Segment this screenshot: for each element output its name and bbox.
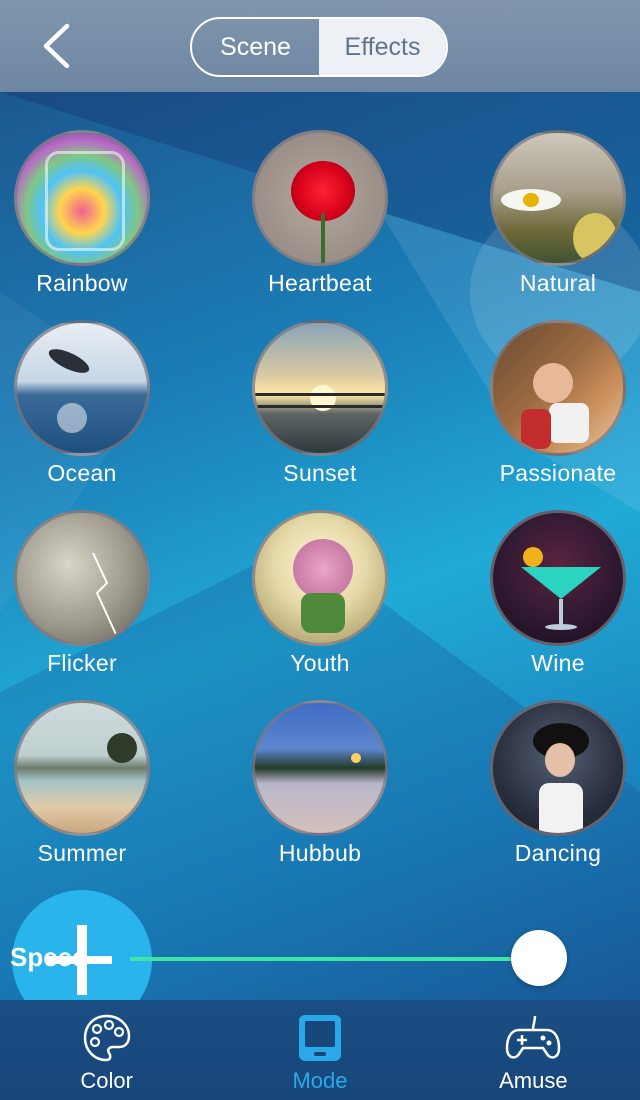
effect-tile-natural[interactable]: Natural: [478, 130, 638, 310]
effect-label: Hubbub: [278, 840, 362, 866]
tab-amuse[interactable]: Amuse: [427, 1000, 640, 1100]
scene-effects-segmented-control: Scene Effects: [190, 17, 448, 77]
tab-color[interactable]: Color: [0, 1000, 213, 1100]
gamepad-icon: [506, 1015, 561, 1059]
effect-label: Ocean: [47, 460, 117, 486]
effect-tile-flicker[interactable]: Flicker: [2, 510, 162, 690]
speed-label: Speed: [10, 942, 89, 972]
top-bar: Scene Effects: [0, 0, 640, 92]
effect-label: Rainbow: [36, 270, 128, 296]
effect-label: Heartbeat: [268, 270, 372, 296]
dolphin-photo: [14, 320, 150, 456]
effect-label: Passionate: [499, 460, 617, 486]
effect-label: Summer: [37, 840, 127, 866]
tab-amuse-label: Amuse: [499, 1068, 568, 1093]
effect-tile-youth[interactable]: Youth: [240, 510, 400, 690]
effect-tile-hubbub[interactable]: Hubbub: [240, 700, 400, 880]
city-square-photo: [252, 700, 388, 836]
daisy-photo: [490, 130, 626, 266]
candy-jar-photo: [14, 130, 150, 266]
effect-label: Natural: [519, 270, 597, 296]
bottom-tab-bar: Color Mode Amuse: [0, 1000, 640, 1100]
effect-label: Flicker: [47, 650, 117, 676]
chevron-left-icon: [43, 23, 70, 69]
effect-tile-wine[interactable]: Wine: [478, 510, 638, 690]
tab-mode-label: Mode: [292, 1068, 348, 1093]
back-button[interactable]: [36, 22, 76, 70]
speed-slider-track[interactable]: [130, 957, 560, 961]
effect-tile-heartbeat[interactable]: Heartbeat: [240, 130, 400, 310]
beach-shore-photo: [14, 700, 150, 836]
singer-photo: [490, 700, 626, 836]
segment-effects[interactable]: Effects: [319, 19, 446, 75]
tablet-mode-icon: [298, 1015, 341, 1061]
couple-embrace-photo: [490, 320, 626, 456]
tab-color-label: Color: [80, 1068, 133, 1093]
speed-slider-knob[interactable]: [510, 930, 567, 986]
effect-tile-passionate[interactable]: Passionate: [478, 320, 638, 500]
tab-mode[interactable]: Mode: [213, 1000, 426, 1100]
effect-label: Youth: [290, 650, 350, 676]
sunset-pier-photo: [252, 320, 388, 456]
cocktail-glass-photo: [490, 510, 626, 646]
red-carnation-photo: [252, 130, 388, 266]
effect-label: Dancing: [514, 840, 602, 866]
palette-icon: [83, 1014, 130, 1062]
hyacinth-flower-photo: [252, 510, 388, 646]
effect-tile-summer[interactable]: Summer: [2, 700, 162, 880]
effect-tile-dancing[interactable]: Dancing: [478, 700, 638, 880]
effect-tile-rainbow[interactable]: Rainbow: [2, 130, 162, 310]
effect-label: Wine: [531, 650, 585, 676]
segment-scene[interactable]: Scene: [192, 19, 319, 75]
effect-tile-ocean[interactable]: Ocean: [2, 320, 162, 500]
effect-label: Sunset: [283, 460, 357, 486]
lightning-storm-photo: [14, 510, 150, 646]
effect-tile-sunset[interactable]: Sunset: [240, 320, 400, 500]
